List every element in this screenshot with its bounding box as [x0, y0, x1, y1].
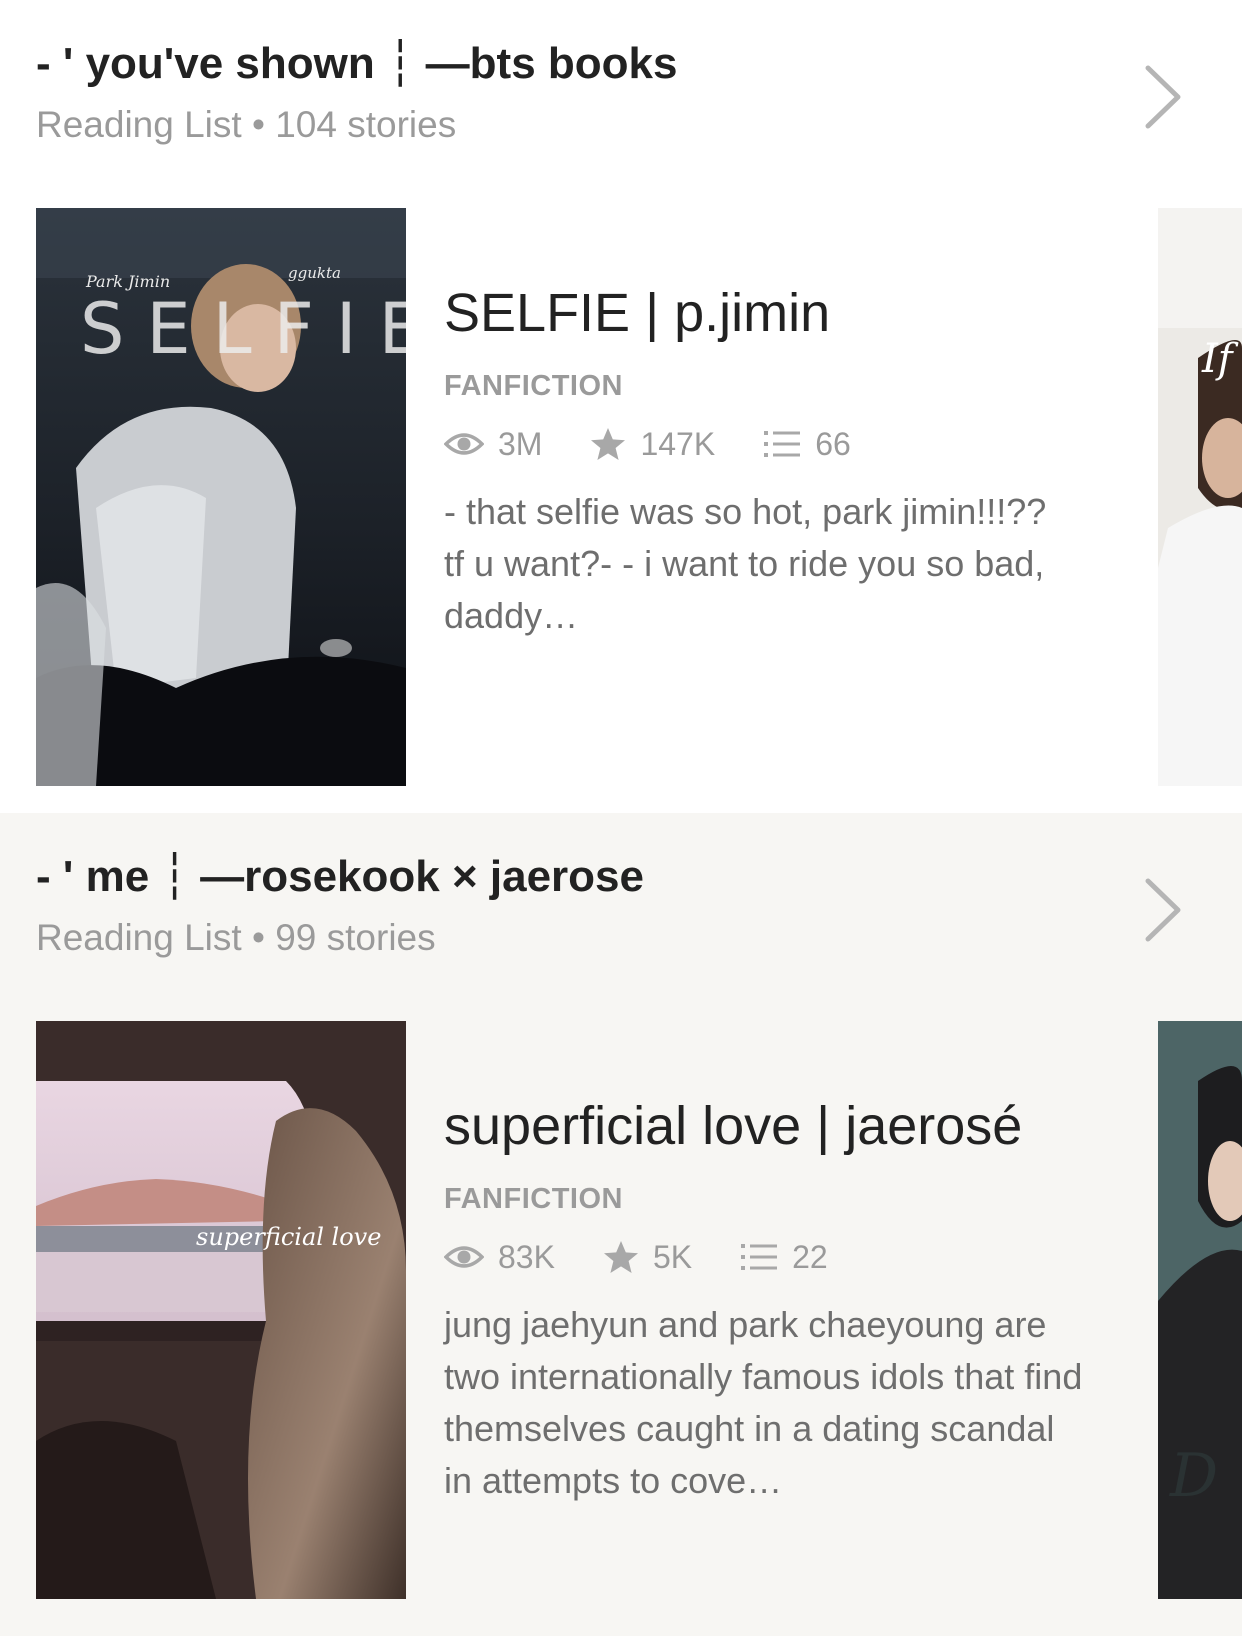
peek-cover-text: If: [1202, 336, 1233, 382]
views-count: 3M: [498, 425, 543, 462]
story-description: jung jaehyun and park chaeyoung are two …: [444, 1299, 1084, 1507]
list-icon: [764, 431, 801, 457]
views-stat: 3M: [444, 426, 542, 463]
reading-list-section: - ' you've shown ┆ —bts books Reading Li…: [0, 0, 1242, 813]
next-story-cover-peek[interactable]: D: [1158, 1021, 1242, 1599]
parts-stat: 22: [740, 1239, 828, 1276]
parts-count: 66: [815, 425, 851, 462]
peek-cover-text: D: [1170, 1441, 1219, 1511]
star-icon: [591, 428, 626, 460]
cover-image: [36, 1021, 406, 1599]
description-text: jung jaehyun and park chaeyoung are two …: [444, 1304, 1083, 1501]
next-story-cover-peek[interactable]: If: [1158, 208, 1242, 786]
parts-stat: 66: [763, 426, 851, 463]
views-count: 83K: [498, 1238, 555, 1275]
votes-count: 5K: [652, 1238, 693, 1275]
cover-title-text: SELFIE: [80, 288, 406, 370]
story-stats: 3M 147K 66: [444, 424, 1084, 464]
star-icon: [603, 1241, 638, 1273]
cover-title-text: superficial love: [196, 1223, 382, 1251]
chevron-right-icon[interactable]: [1134, 62, 1194, 132]
story-title[interactable]: SELFIE | p.jimin: [444, 280, 1084, 346]
peek-cover-image: [1158, 1021, 1242, 1599]
story-info: superficial love | jaerosé FANFICTION 83…: [444, 1093, 1084, 1507]
story-category: FANFICTION: [444, 370, 623, 402]
reading-list-subtitle: Reading List • 104 stories: [36, 104, 457, 145]
views-stat: 83K: [444, 1239, 555, 1276]
peek-cover-image: [1158, 208, 1242, 786]
chevron-right-icon[interactable]: [1134, 875, 1194, 945]
eye-icon: [444, 1246, 484, 1268]
reading-list-header[interactable]: - ' you've shown ┆ —bts books Reading Li…: [36, 36, 1142, 148]
votes-stat: 5K: [603, 1239, 692, 1276]
story-stats: 83K 5K 22: [444, 1237, 1084, 1277]
story-card[interactable]: Park Jimin ggukta SELFIE SELFIE | p.jimi…: [36, 208, 1076, 786]
description-text: - that selfie was so hot, park jimin!!!?…: [444, 491, 1047, 636]
story-description: - that selfie was so hot, park jimin!!!?…: [444, 486, 1084, 642]
eye-icon: [444, 433, 484, 455]
reading-list-header[interactable]: - ' me ┆ —rosekook × jaerose Reading Lis…: [36, 849, 1142, 961]
story-card[interactable]: superficial love superficial love | jaer…: [36, 1021, 1082, 1599]
story-cover[interactable]: superficial love: [36, 1021, 406, 1599]
story-cover[interactable]: Park Jimin ggukta SELFIE: [36, 208, 406, 786]
story-title[interactable]: superficial love | jaerosé: [444, 1093, 1084, 1159]
story-info: SELFIE | p.jimin FANFICTION 3M 147K 66 -…: [444, 280, 1084, 642]
story-category: FANFICTION: [444, 1183, 623, 1215]
parts-count: 22: [792, 1238, 828, 1275]
reading-list-subtitle: Reading List • 99 stories: [36, 917, 436, 958]
votes-count: 147K: [640, 425, 716, 462]
reading-list-title[interactable]: - ' me ┆ —rosekook × jaerose: [36, 849, 1142, 905]
cover-credit-text: ggukta: [288, 264, 341, 282]
votes-stat: 147K: [590, 426, 715, 463]
list-icon: [741, 1244, 778, 1270]
reading-list-title[interactable]: - ' you've shown ┆ —bts books: [36, 36, 1142, 92]
reading-list-section: - ' me ┆ —rosekook × jaerose Reading Lis…: [0, 813, 1242, 1636]
